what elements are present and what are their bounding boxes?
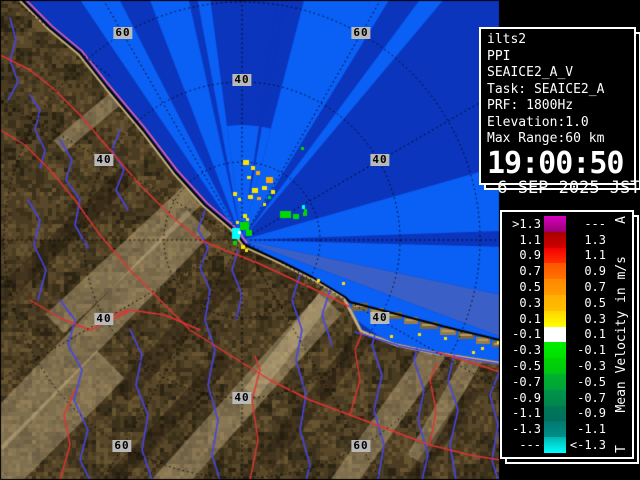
ppi-map-canvas xyxy=(0,0,500,480)
legend-right-label: <-1.3 xyxy=(566,438,606,452)
legend-color-cell xyxy=(544,248,566,264)
prf-value: PRF: 1800Hz xyxy=(487,98,634,115)
legend-axis-title: Mean Velocity in m/s xyxy=(614,256,629,413)
range-ring-label: 60 xyxy=(113,27,132,39)
legend-color-cell xyxy=(544,232,566,248)
clock-date: 6 SEP 2025 JST xyxy=(487,179,634,197)
legend-color-cell xyxy=(544,390,566,406)
range-ring-label: 60 xyxy=(112,440,131,452)
range-ring-label: 40 xyxy=(232,392,251,404)
legend-color-cell xyxy=(544,421,566,437)
legend-left-label: -0.7 xyxy=(505,375,541,389)
legend-axis-bottom-letter: T xyxy=(614,445,629,453)
legend-color-cell xyxy=(544,437,566,453)
legend-row: 0.5 0.7 xyxy=(505,279,609,295)
legend-color-scale: >1.3---1.11.30.91.10.70.90.50.70.30.50.1… xyxy=(505,216,609,453)
legend-right-label: 0.9 xyxy=(566,264,606,278)
range-ring-label: 40 xyxy=(232,74,251,86)
clock-time: 19:00:50 xyxy=(487,148,634,179)
legend-row: >1.3 --- xyxy=(505,216,609,232)
range-ring-label: 60 xyxy=(351,27,370,39)
legend-left-label: -1.3 xyxy=(505,422,541,436)
range-ring-label: 40 xyxy=(94,313,113,325)
range-ring-label: 40 xyxy=(370,154,389,166)
legend-row: 0.9 1.1 xyxy=(505,248,609,264)
legend-left-label: 1.1 xyxy=(505,233,541,247)
elevation-value: Elevation:1.0 xyxy=(487,115,634,132)
legend-axis-top-letter: A xyxy=(614,216,629,224)
velocity-legend-panel: >1.3---1.11.30.91.10.70.90.50.70.30.50.1… xyxy=(500,210,634,459)
legend-right-label: 1.3 xyxy=(566,233,606,247)
scan-mode: PPI xyxy=(487,49,634,66)
range-ring-label: 40 xyxy=(370,312,389,324)
legend-row: -0.9 -0.7 xyxy=(505,390,609,406)
legend-color-cell xyxy=(544,327,566,343)
scan-info-panel: ilts2 PPI SEAICE2_A_V Task: SEAICE2_A PR… xyxy=(479,27,636,185)
legend-left-label: -0.5 xyxy=(505,359,541,373)
legend-left-label: 0.7 xyxy=(505,264,541,278)
legend-right-label: 0.7 xyxy=(566,280,606,294)
range-ring-label: 60 xyxy=(351,440,370,452)
legend-row: 1.1 1.3 xyxy=(505,232,609,248)
legend-row: -1.1 -0.9 xyxy=(505,406,609,422)
legend-color-cell xyxy=(544,279,566,295)
legend-color-cell xyxy=(544,358,566,374)
legend-right-label: -0.7 xyxy=(566,391,606,405)
legend-row: -0.5 -0.3 xyxy=(505,358,609,374)
legend-right-label: 0.1 xyxy=(566,327,606,341)
range-ring-label: 40 xyxy=(94,154,113,166)
radar-display: 60 60 40 40 40 40 40 40 60 60 xyxy=(0,0,500,480)
site-id: ilts2 xyxy=(487,32,634,49)
legend-row: -0.7 -0.5 xyxy=(505,374,609,390)
legend-left-label: 0.9 xyxy=(505,248,541,262)
legend-right-label: -0.3 xyxy=(566,359,606,373)
radar-application-screen: { "info_panel": { "lines": ["ilts2","PPI… xyxy=(0,0,640,480)
legend-left-label: -0.1 xyxy=(505,327,541,341)
legend-left-label: -0.3 xyxy=(505,343,541,357)
legend-left-label: 0.3 xyxy=(505,296,541,310)
legend-right-label: 0.5 xyxy=(566,296,606,310)
legend-color-cell xyxy=(544,263,566,279)
task-name: Task: SEAICE2_A xyxy=(487,82,634,99)
legend-row: 0.7 0.9 xyxy=(505,263,609,279)
legend-left-label: --- xyxy=(505,438,541,452)
legend-right-label: -0.5 xyxy=(566,375,606,389)
legend-color-cell xyxy=(544,406,566,422)
legend-row: -0.3 -0.1 xyxy=(505,342,609,358)
legend-left-label: 0.5 xyxy=(505,280,541,294)
legend-color-cell xyxy=(544,216,566,232)
legend-color-cell xyxy=(544,374,566,390)
legend-color-cell xyxy=(544,311,566,327)
legend-left-label: -0.9 xyxy=(505,391,541,405)
legend-left-label: >1.3 xyxy=(505,217,541,231)
legend-right-label: --- xyxy=(566,217,606,231)
legend-row: -1.3 -1.1 xyxy=(505,421,609,437)
legend-right-label: 1.1 xyxy=(566,248,606,262)
legend-color-cell xyxy=(544,342,566,358)
legend-right-label: -0.9 xyxy=(566,406,606,420)
legend-row: 0.3 0.5 xyxy=(505,295,609,311)
legend-row: -0.1 0.1 xyxy=(505,327,609,343)
legend-right-label: -1.1 xyxy=(566,422,606,436)
product-name: SEAICE2_A_V xyxy=(487,65,634,82)
legend-axis-column: A Mean Velocity in m/s T xyxy=(611,216,631,453)
legend-row: --- <-1.3 xyxy=(505,437,609,453)
legend-right-label: -0.1 xyxy=(566,343,606,357)
legend-color-cell xyxy=(544,295,566,311)
legend-right-label: 0.3 xyxy=(566,312,606,326)
legend-left-label: -1.1 xyxy=(505,406,541,420)
legend-row: 0.1 0.3 xyxy=(505,311,609,327)
legend-left-label: 0.1 xyxy=(505,312,541,326)
